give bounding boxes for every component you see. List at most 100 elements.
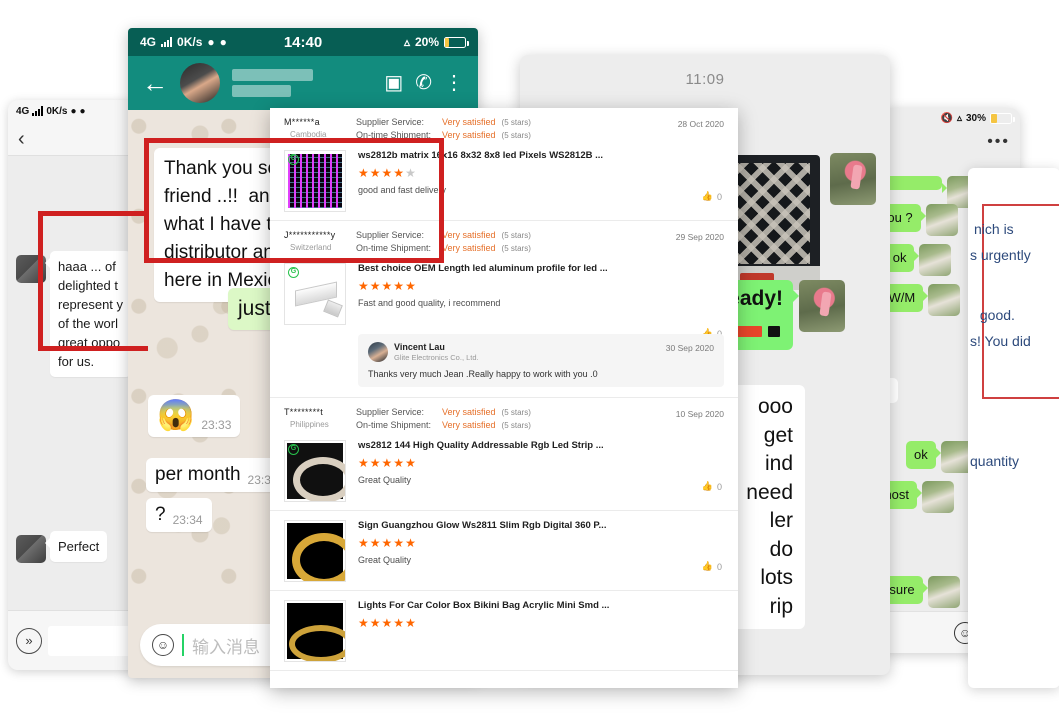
more-icon[interactable]: ••• — [987, 133, 1010, 151]
red-highlight-box — [144, 138, 444, 263]
table-row[interactable]: Sign Guangzhou Glow Ws2811 Slim Rgb Digi… — [270, 511, 738, 591]
stars-note: (5 stars) — [501, 420, 531, 430]
list-item: 18W/M — [880, 284, 961, 316]
buyer-country: Philippines — [290, 420, 329, 429]
list-item: v all ok — [880, 244, 952, 276]
left-network-label: 4G — [16, 105, 30, 117]
star-icon: ★ — [405, 456, 416, 470]
message-time: 23:34 — [172, 513, 203, 527]
review-date: 10 Sep 2020 — [675, 409, 724, 419]
signal-bars-icon — [32, 106, 44, 116]
table-row[interactable]: Lights For Car Color Box Bikini Bag Acry… — [270, 591, 738, 671]
product-title[interactable]: Best choice OEM Length led aluminum prof… — [358, 263, 724, 274]
reply-date: 30 Sep 2020 — [665, 343, 714, 353]
list-item: 😱 23:33 — [148, 395, 241, 437]
wechat-icon: ● — [207, 35, 215, 49]
mute-icon: 🔇 — [940, 112, 953, 124]
overflow-menu-icon[interactable]: ⋮ — [444, 73, 464, 93]
list-item: utmost — [880, 481, 955, 513]
thumbs-up-icon: 👍 — [701, 561, 713, 571]
phone-call-icon[interactable]: ✆ — [415, 73, 432, 93]
wifi-icon: ▵ — [956, 112, 962, 124]
green-verified-icon: G — [288, 444, 299, 455]
card-line-3: good. — [976, 307, 1015, 323]
star-icon: ★ — [369, 616, 381, 630]
product-thumbnail[interactable]: G — [284, 440, 346, 502]
message-text: per month — [155, 464, 241, 485]
product-thumbnail[interactable] — [284, 520, 346, 582]
battery-icon — [990, 112, 1015, 124]
supplier-service-label: Supplier Service: — [356, 407, 425, 417]
message-time: 23:3 — [247, 473, 271, 487]
thumbs-up-icon: 👍 — [701, 191, 713, 201]
video-call-icon[interactable]: ▣ — [384, 73, 403, 93]
review-comment: Great Quality — [358, 555, 412, 565]
avatar — [928, 284, 961, 316]
on-time-shipment-value: Very satisfied — [442, 243, 496, 253]
avatar — [799, 280, 846, 332]
stars-note: (5 stars) — [501, 117, 531, 127]
avatar — [830, 153, 876, 205]
green-verified-icon: G — [288, 267, 299, 278]
product-thumbnail[interactable] — [284, 600, 346, 662]
avatar — [368, 342, 388, 362]
star-rating: ★ ★ ★ ★ ★ — [358, 536, 724, 550]
star-icon: ★ — [369, 279, 381, 293]
card-line-4: s! You did — [970, 333, 1031, 349]
star-icon: ★ — [358, 616, 369, 630]
avatar[interactable] — [180, 63, 220, 103]
like-count-value: 0 — [716, 561, 722, 572]
message-input[interactable] — [48, 625, 140, 656]
reply-author-name: Vincent Lau — [394, 342, 445, 352]
supplier-service-value: Very satisfied — [442, 230, 496, 240]
review-comment: Great Quality — [358, 475, 412, 485]
left-phone-chat-panel: 4G 0K/s ● ● ‹ haaa ... of delighted t re… — [8, 100, 148, 670]
star-icon: ★ — [381, 616, 393, 630]
star-icon: ★ — [381, 536, 393, 550]
wa-battery-label: 20% — [414, 35, 439, 49]
left-input-bar: » — [8, 610, 148, 670]
right-white-card-panel: nich is s urgently good. s! You did quan… — [968, 168, 1059, 688]
list-item: ok — [906, 441, 973, 473]
on-time-shipment-value: Very satisfied — [442, 130, 496, 140]
right-status-bar: 🔇 ▵ 30% — [880, 108, 1020, 128]
card-line-1: nich is — [974, 221, 1014, 237]
reply-author-company: Glite Electronics Co., Ltd. — [394, 353, 479, 362]
contact-name-redacted — [232, 69, 372, 97]
star-icon: ★ — [393, 616, 405, 630]
emoji-icon[interactable]: ☺ — [152, 634, 174, 656]
back-icon[interactable]: ‹ — [18, 129, 25, 149]
thumbnail-image — [287, 523, 345, 581]
message-time: 23:33 — [201, 418, 232, 432]
buyer-name: M******a — [284, 117, 320, 127]
list-item: per month 23:3 — [146, 458, 280, 492]
review-comment: Fast and good quality, i recommend — [358, 298, 501, 308]
product-title[interactable]: Lights For Car Color Box Bikini Bag Acry… — [358, 600, 724, 611]
voice-icon[interactable]: » — [16, 627, 42, 654]
table-row[interactable]: 10 Sep 2020 T********t Philippines Suppl… — [270, 398, 738, 511]
message-text: ok — [906, 441, 941, 469]
avatar — [927, 576, 960, 608]
star-icon: ★ — [405, 536, 416, 550]
battery-icon — [444, 36, 469, 48]
star-icon: ★ — [393, 536, 405, 550]
list-item: ? 23:34 — [146, 498, 212, 532]
wa-network-label: 4G — [140, 35, 157, 49]
text-caret — [182, 634, 184, 656]
like-count[interactable]: 👍 0 — [702, 561, 722, 572]
on-time-shipment-label: On-time Shipment: — [356, 420, 432, 430]
product-title[interactable]: ws2812 144 High Quality Addressable Rgb … — [358, 440, 724, 451]
product-thumbnail[interactable]: G — [284, 263, 346, 325]
back-icon[interactable]: ← — [142, 70, 168, 96]
star-icon: ★ — [381, 279, 393, 293]
product-title[interactable]: Sign Guangzhou Glow Ws2811 Slim Rgb Digi… — [358, 520, 724, 531]
star-icon: ★ — [369, 456, 381, 470]
like-count[interactable]: 👍 0 — [702, 481, 722, 492]
like-count[interactable]: 👍 0 — [702, 191, 722, 202]
thumbs-up-icon: 👍 — [701, 481, 713, 491]
whatsapp-status-bar: 4G 0K/s ● ● 14:40 ▵ 20% — [128, 28, 478, 56]
star-icon: ★ — [381, 456, 393, 470]
right-navbar: ••• — [880, 128, 1020, 156]
like-count-value: 0 — [716, 481, 722, 492]
star-icon: ★ — [358, 279, 369, 293]
